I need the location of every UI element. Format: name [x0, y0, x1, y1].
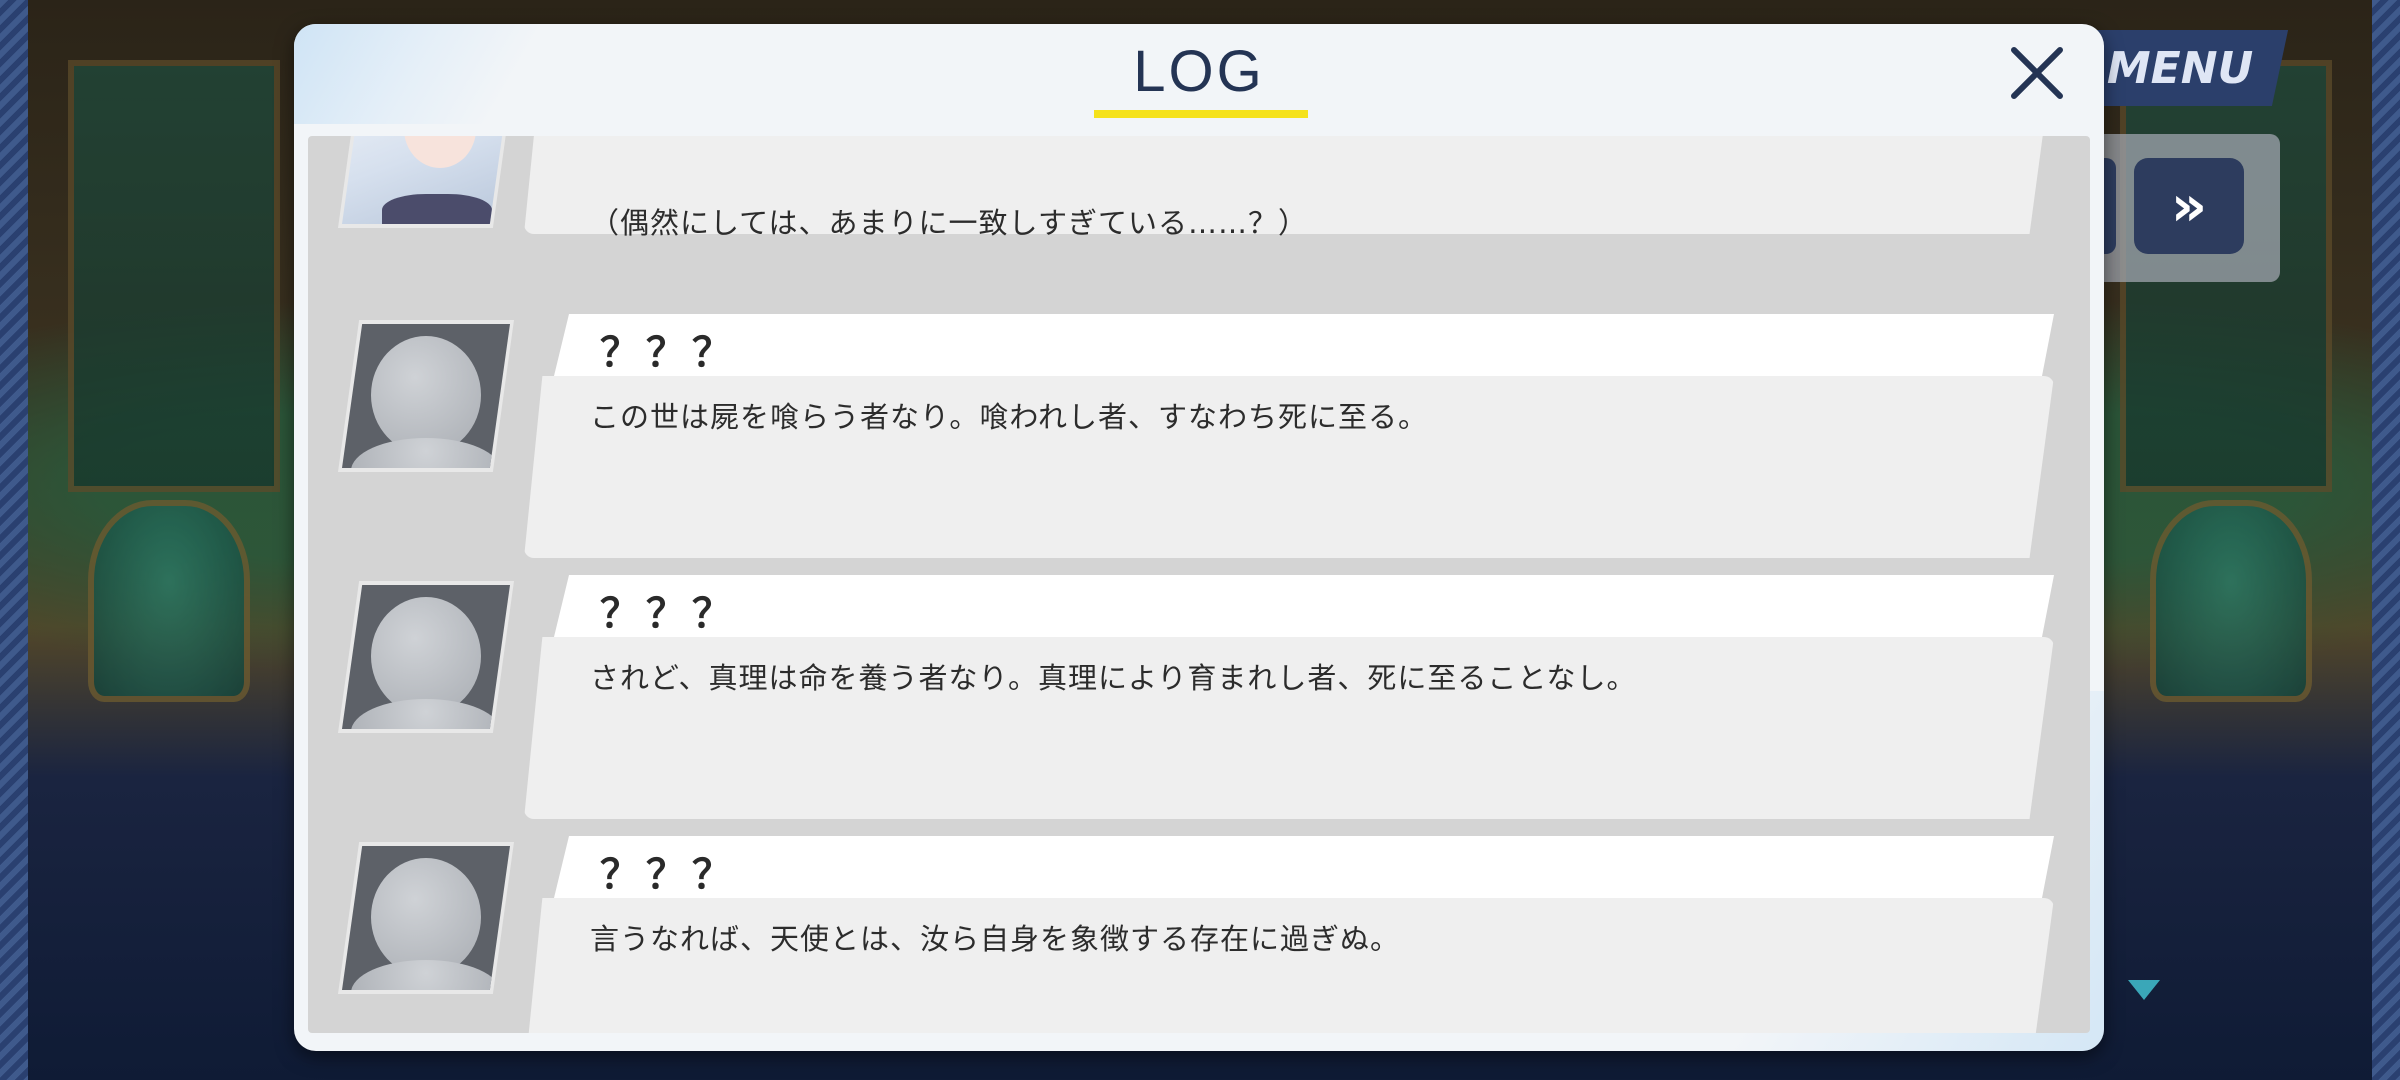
skip-button[interactable]: »: [2134, 158, 2244, 254]
chevron-down-icon: [2128, 980, 2160, 1000]
speaker-name: ？？？: [600, 330, 738, 376]
wall-panel: [68, 60, 280, 492]
title-underline: [1094, 110, 1308, 118]
name-plate: [554, 836, 2054, 898]
fast-forward-icon: »: [2170, 173, 2208, 239]
dialogue-text: この世は屍を喰らう者なり。喰われし者、すなわち死に至る。: [590, 400, 1428, 434]
log-entry: ？？？ 言うなれば、天使とは、汝ら自身を象徴する存在に過ぎぬ。: [308, 836, 2090, 1033]
log-title: LOG: [1133, 39, 1265, 104]
unknown-avatar-icon: [338, 320, 514, 472]
dialogue-text: 言うなれば、天使とは、汝ら自身を象徴する存在に過ぎぬ。: [590, 922, 1401, 956]
speaker-name: ？？？: [600, 852, 738, 898]
speaker-avatar: [338, 136, 514, 228]
menu-label: MENU: [2106, 42, 2254, 94]
log-entry: ？？？ この世は屍を喰らう者なり。喰われし者、すなわち死に至る。: [308, 314, 2090, 576]
menu-button[interactable]: MENU: [2071, 30, 2289, 106]
name-plate: [554, 575, 2054, 637]
right-border-stripe: [2372, 0, 2400, 1080]
close-icon: [2011, 47, 2063, 99]
chair: [88, 500, 250, 702]
log-list[interactable]: （偶然にしては、あまりに一致しすぎている……？） ？？？ この世は屍を喰らう者な…: [308, 136, 2090, 1033]
dialogue-text: （偶然にしては、あまりに一致しすぎている……？）: [590, 206, 1308, 240]
name-plate: [554, 314, 2054, 376]
left-border-stripe: [0, 0, 28, 1080]
chair: [2150, 500, 2312, 702]
log-header: LOG: [294, 24, 2104, 120]
unknown-avatar-icon: [338, 842, 514, 994]
close-button[interactable]: [2004, 40, 2070, 106]
dialogue-text: されど、真理は命を養う者なり。真理により育まれし者、死に至ることなし。: [590, 661, 1637, 695]
speaker-name: ？？？: [600, 591, 738, 637]
log-entry: （偶然にしては、あまりに一致しすぎている……？）: [308, 136, 2090, 252]
log-modal: LOG （偶然にしては、あまりに一致しすぎている……？） ？？？ この世は屍を喰…: [294, 24, 2104, 1051]
log-entry: ？？？ されど、真理は命を養う者なり。真理により育まれし者、死に至ることなし。: [308, 575, 2090, 837]
unknown-avatar-icon: [338, 581, 514, 733]
